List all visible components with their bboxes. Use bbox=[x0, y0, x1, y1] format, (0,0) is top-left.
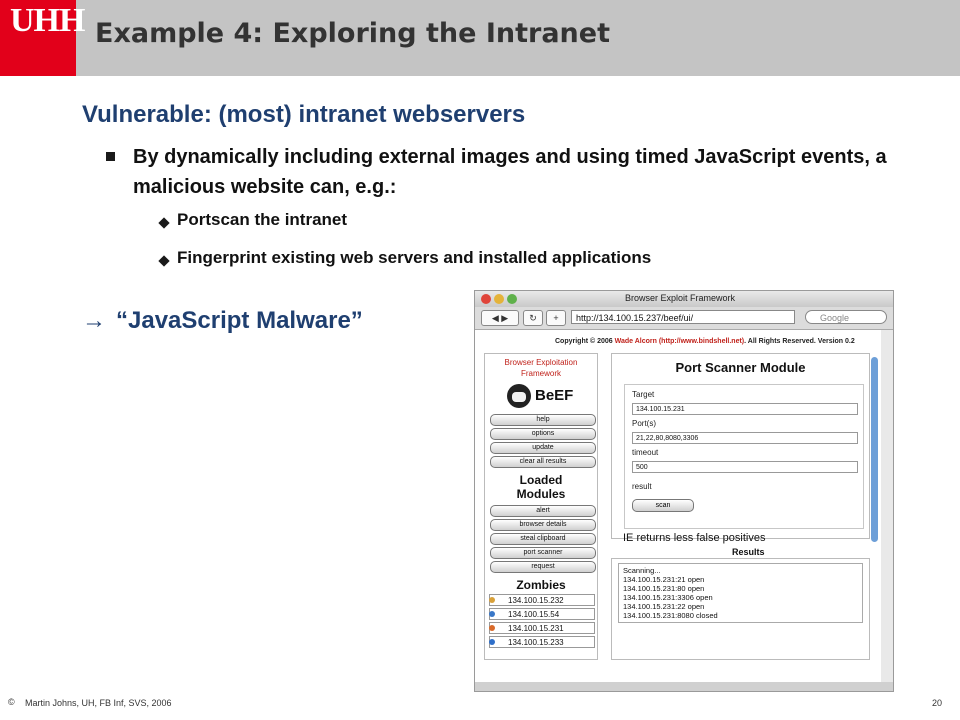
zombie-ip: 134.100.15.233 bbox=[508, 638, 564, 647]
results-heading: Results bbox=[732, 547, 765, 557]
maximize-icon[interactable] bbox=[507, 294, 517, 304]
website-link[interactable]: (http://www.bindshell.net) bbox=[659, 338, 744, 345]
zombie-ip: 134.100.15.231 bbox=[508, 624, 564, 633]
zombie-ip: 134.100.15.232 bbox=[508, 596, 564, 605]
loaded-modules-heading-2: Modules bbox=[516, 487, 566, 501]
target-input[interactable]: 134.100.15.231 bbox=[632, 403, 858, 415]
minimize-icon[interactable] bbox=[494, 294, 504, 304]
ie-note: IE returns less false positives bbox=[623, 532, 766, 544]
diamond-bullet-icon bbox=[158, 217, 170, 229]
update-button[interactable]: update bbox=[490, 442, 596, 454]
port-scanner-panel: Port Scanner Module Target 134.100.15.23… bbox=[611, 353, 870, 539]
inner-scrollbar-thumb[interactable] bbox=[871, 357, 878, 542]
beef-logo-face bbox=[512, 392, 526, 402]
add-bookmark-button[interactable]: + bbox=[546, 310, 566, 326]
help-button[interactable]: help bbox=[490, 414, 596, 426]
footer-text: Martin Johns, UH, FB Inf, SVS, 2006 bbox=[25, 698, 172, 708]
result-line: 134.100.15.231:22 open bbox=[623, 602, 705, 611]
diamond-bullet-icon bbox=[158, 255, 170, 267]
port-scanner-form: Target 134.100.15.231 Port(s) 21,22,80,8… bbox=[624, 384, 864, 529]
page-number: 20 bbox=[932, 698, 943, 708]
url-input[interactable]: http://134.100.15.237/beef/ui/ bbox=[571, 310, 795, 324]
slide-title: Example 4: Exploring the Intranet bbox=[95, 18, 610, 49]
arrow-icon: → bbox=[82, 307, 106, 334]
results-output: Scanning... 134.100.15.231:21 open 134.1… bbox=[618, 563, 863, 623]
scan-button[interactable]: scan bbox=[632, 499, 694, 512]
port-scanner-title: Port Scanner Module bbox=[675, 360, 806, 375]
beef-logo-text: BeEF bbox=[535, 387, 574, 404]
framework-name-line1: Browser Exploitation bbox=[504, 358, 578, 367]
zombie-ip: 134.100.15.54 bbox=[508, 610, 560, 619]
framework-name-line2: Framework bbox=[520, 369, 561, 378]
result-line: 134.100.15.231:3306 open bbox=[623, 593, 713, 602]
browser-icon bbox=[489, 597, 495, 603]
timeout-label: timeout bbox=[632, 448, 659, 457]
conclusion-text: “JavaScript Malware” bbox=[116, 307, 363, 334]
browser-icon bbox=[489, 639, 495, 645]
ports-label: Port(s) bbox=[632, 419, 656, 428]
author-link[interactable]: Wade Alcorn bbox=[615, 338, 657, 345]
square-bullet-icon bbox=[106, 152, 115, 161]
search-input[interactable]: Google bbox=[805, 310, 887, 324]
beef-copyright: Copyright © 2006 Wade Alcorn (http://www… bbox=[555, 338, 855, 345]
zombie-row[interactable]: 134.100.15.54 bbox=[489, 608, 595, 620]
zombie-row[interactable]: 134.100.15.232 bbox=[489, 594, 595, 606]
scrollbar[interactable] bbox=[881, 330, 893, 682]
sub-bullet-fingerprint: Fingerprint existing web servers and ins… bbox=[177, 248, 652, 267]
module-alert-button[interactable]: alert bbox=[490, 505, 596, 517]
module-request-button[interactable]: request bbox=[490, 561, 596, 573]
close-icon[interactable] bbox=[481, 294, 491, 304]
loaded-modules-heading-1: Loaded bbox=[519, 473, 563, 487]
zombies-heading: Zombies bbox=[516, 578, 566, 592]
target-label: Target bbox=[632, 390, 655, 399]
subtitle: Vulnerable: (most) intranet webservers bbox=[82, 101, 526, 128]
module-port-scanner-button[interactable]: port scanner bbox=[490, 547, 596, 559]
result-line: 134.100.15.231:80 open bbox=[623, 584, 705, 593]
result-label: result bbox=[632, 482, 652, 491]
bullet-text: By dynamically including external images… bbox=[133, 146, 887, 198]
reload-button[interactable]: ↻ bbox=[523, 310, 543, 326]
results-panel: Scanning... 134.100.15.231:21 open 134.1… bbox=[611, 558, 870, 660]
zombie-row[interactable]: 134.100.15.231 bbox=[489, 622, 595, 634]
result-line: 134.100.15.231:21 open bbox=[623, 575, 705, 584]
footer-copyright-icon: © bbox=[8, 697, 15, 707]
options-button[interactable]: options bbox=[490, 428, 596, 440]
browser-icon bbox=[489, 611, 495, 617]
browser-toolbar: ◀ ▶ ↻ + http://134.100.15.237/beef/ui/ G… bbox=[475, 307, 893, 330]
window-title: Browser Exploit Framework bbox=[625, 293, 736, 303]
back-forward-button[interactable]: ◀ ▶ bbox=[481, 310, 519, 326]
copyright-suffix: . All Rights Reserved. Version 0.2 bbox=[744, 338, 855, 345]
module-steal-clipboard-button[interactable]: steal clipboard bbox=[490, 533, 596, 545]
conclusion-line: → “JavaScript Malware” bbox=[82, 307, 373, 335]
logo-text: UHH bbox=[10, 2, 85, 39]
result-line: 134.100.15.231:8080 closed bbox=[623, 611, 718, 620]
browser-status-bar bbox=[475, 682, 893, 691]
timeout-input[interactable]: 500 bbox=[632, 461, 858, 473]
result-line: Scanning... bbox=[623, 566, 661, 575]
zombie-row[interactable]: 134.100.15.233 bbox=[489, 636, 595, 648]
browser-window: Browser Exploit Framework ◀ ▶ ↻ + http:/… bbox=[474, 290, 894, 692]
module-browser-details-button[interactable]: browser details bbox=[490, 519, 596, 531]
browser-icon bbox=[489, 625, 495, 631]
beef-sidebar: Browser Exploitation Framework BeEF help… bbox=[484, 353, 598, 660]
copyright-prefix: Copyright © 2006 bbox=[555, 338, 613, 345]
ports-input[interactable]: 21,22,80,8080,3306 bbox=[632, 432, 858, 444]
clear-results-button[interactable]: clear all results bbox=[490, 456, 596, 468]
sub-bullet-portscan: Portscan the intranet bbox=[177, 210, 348, 229]
